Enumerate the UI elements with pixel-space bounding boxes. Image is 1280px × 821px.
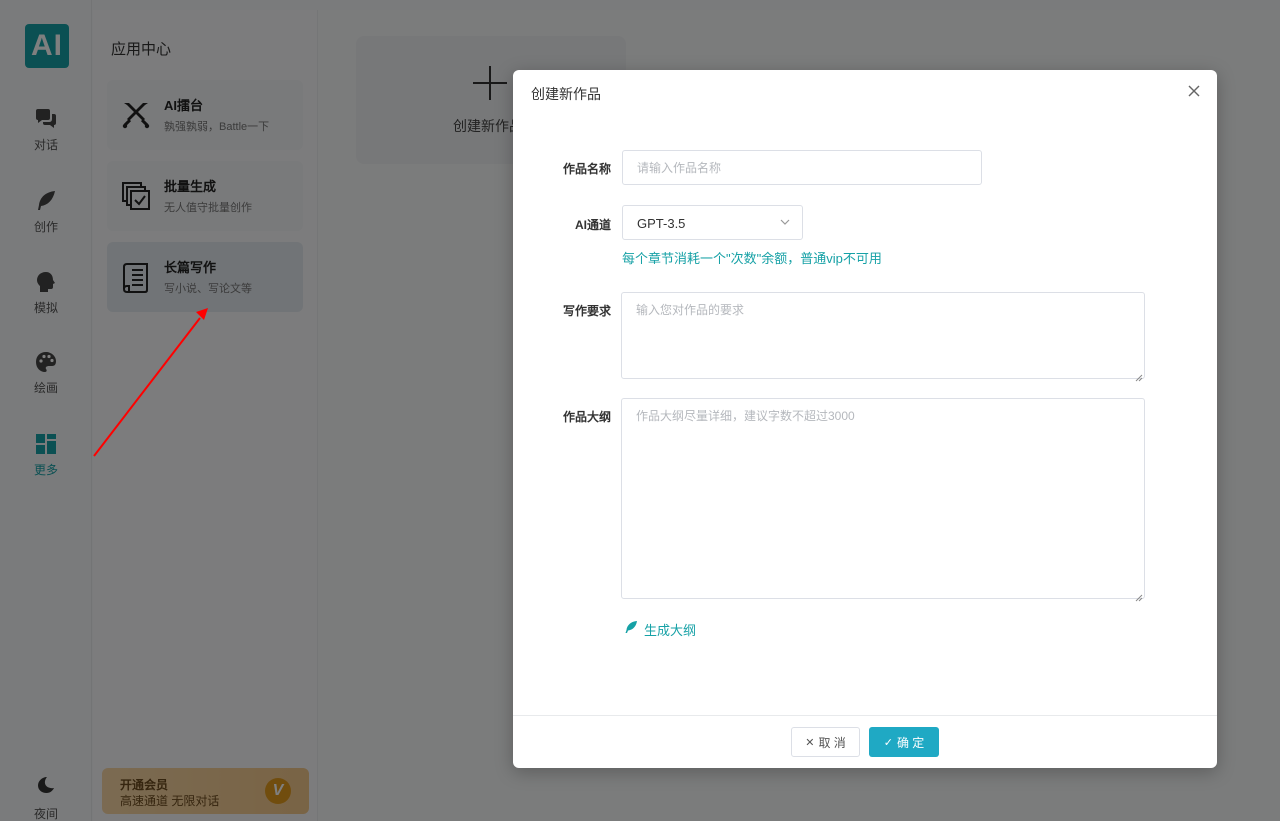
chevron-down-icon bbox=[778, 215, 792, 229]
work-name-label: 作品名称 bbox=[562, 162, 611, 176]
outline-label: 作品大纲 bbox=[562, 410, 611, 424]
outline-textarea[interactable] bbox=[621, 398, 1145, 599]
dialog-title: 创建新作品 bbox=[531, 86, 601, 102]
resize-grip-icon[interactable] bbox=[1135, 369, 1143, 382]
ai-channel-value: GPT-3.5 bbox=[637, 216, 686, 231]
requirement-label: 写作要求 bbox=[562, 304, 611, 318]
create-work-dialog: 创建新作品 作品名称 AI通道 GPT-3.5 每个章节消耗一个"次数"余额，普… bbox=[513, 70, 1217, 768]
cancel-button[interactable]: ✕ 取 消 bbox=[791, 727, 860, 757]
confirm-button[interactable]: ✓ 确 定 bbox=[869, 727, 939, 757]
generate-outline-button[interactable]: 生成大纲 bbox=[624, 620, 696, 639]
resize-grip-icon[interactable] bbox=[1135, 589, 1143, 602]
confirm-label: 确 定 bbox=[896, 735, 925, 750]
ai-channel-select[interactable]: GPT-3.5 bbox=[622, 205, 803, 240]
feather-icon bbox=[624, 620, 638, 639]
generate-outline-label: 生成大纲 bbox=[644, 623, 697, 638]
requirement-textarea[interactable] bbox=[621, 292, 1145, 379]
ai-channel-hint: 每个章节消耗一个"次数"余额，普通vip不可用 bbox=[622, 251, 882, 266]
cancel-label: 取 消 bbox=[818, 735, 846, 750]
work-name-input[interactable] bbox=[622, 150, 982, 185]
check-icon: ✓ bbox=[883, 736, 893, 749]
ai-channel-label: AI通道 bbox=[574, 218, 611, 232]
close-icon: ✕ bbox=[805, 736, 815, 749]
dialog-footer-divider bbox=[513, 715, 1217, 716]
close-icon[interactable] bbox=[1185, 82, 1203, 100]
